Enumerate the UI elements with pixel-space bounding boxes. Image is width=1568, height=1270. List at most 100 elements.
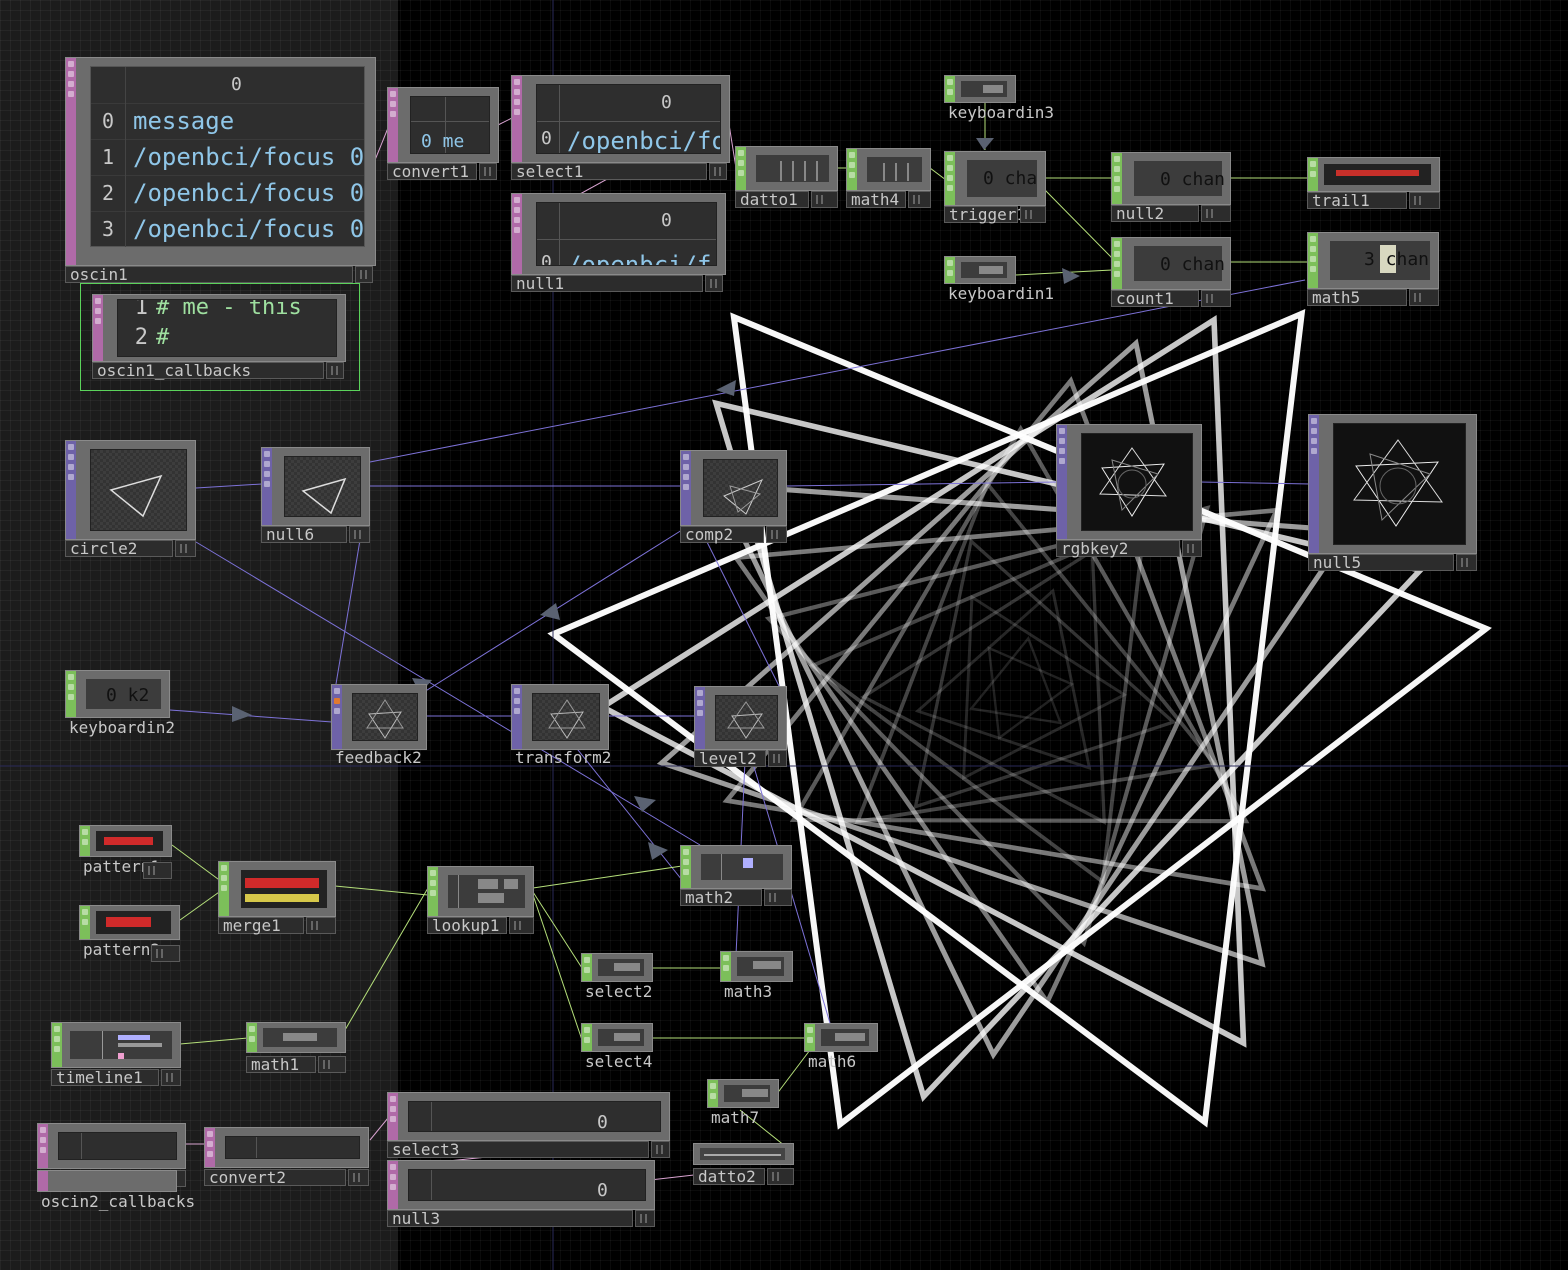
node-label[interactable]: keyboardin2 <box>65 720 175 740</box>
chop-flag-strip[interactable] <box>945 152 955 205</box>
math2-node[interactable]: math2 <box>680 845 792 906</box>
node-flags-button[interactable] <box>143 862 172 879</box>
node-label[interactable]: null2 <box>1111 205 1199 222</box>
node-label[interactable]: math3 <box>720 984 793 1004</box>
chop-flag-strip[interactable] <box>1308 158 1318 191</box>
node-label[interactable]: select3 <box>387 1141 649 1158</box>
keyboardin2-node[interactable]: 0 k2 keyboardin2 <box>65 670 175 740</box>
trail1-node[interactable]: trail1 <box>1307 157 1440 209</box>
convert2-node[interactable]: convert2 <box>204 1127 369 1186</box>
node-label[interactable]: convert2 <box>204 1169 346 1186</box>
node-label[interactable]: oscin2_callbacks <box>37 1194 195 1214</box>
chop-flag-strip[interactable] <box>66 671 76 717</box>
rgbkey2-body[interactable] <box>1056 424 1202 540</box>
node-label[interactable]: keyboardin1 <box>944 286 1054 308</box>
node-flags-button[interactable] <box>161 1069 181 1086</box>
chop-flag-strip[interactable] <box>1112 238 1122 289</box>
dat-flag-strip[interactable] <box>512 76 522 162</box>
dat-flag-strip[interactable] <box>66 58 76 265</box>
comp2-body[interactable] <box>680 450 787 526</box>
trigger1-body[interactable]: 0 cha <box>944 151 1046 206</box>
node-label[interactable]: select1 <box>511 163 707 180</box>
node-flags-button[interactable] <box>349 526 370 543</box>
convert2-body[interactable] <box>204 1127 369 1168</box>
node-label[interactable]: math7 <box>707 1110 779 1130</box>
math3-body[interactable] <box>720 951 793 982</box>
node-flags-button[interactable] <box>767 1168 794 1185</box>
node-flags-button[interactable] <box>318 1056 346 1073</box>
chop-flag-strip[interactable] <box>247 1023 257 1052</box>
node-label[interactable]: pattern2 <box>79 942 160 962</box>
keyboardin2-body[interactable]: 0 k2 <box>65 670 170 718</box>
node-flags-button[interactable] <box>1182 540 1202 557</box>
math3-node[interactable]: math3 <box>720 951 793 1004</box>
node-label[interactable]: rgbkey2 <box>1056 540 1180 557</box>
circle2-body[interactable] <box>65 440 196 540</box>
oscin1-body[interactable]: 0 0 message 1 /openbci/focus 0 2 /openbc… <box>65 57 376 266</box>
node-label[interactable]: null3 <box>387 1210 633 1227</box>
node-flags-button[interactable] <box>705 275 723 292</box>
node-flags-button[interactable] <box>1201 290 1231 307</box>
pattern1-node[interactable]: pattern1 <box>79 825 172 879</box>
node-flags-button[interactable] <box>348 1169 369 1186</box>
select2-node[interactable]: select2 <box>581 953 653 1004</box>
node-label[interactable]: pattern1 <box>79 859 160 879</box>
node-flags-button[interactable] <box>1020 206 1046 223</box>
top-flag-strip[interactable] <box>262 448 272 525</box>
level2-node[interactable]: level2 <box>694 686 787 767</box>
chop-flag-strip[interactable] <box>80 826 90 856</box>
null1-node[interactable]: 0 0 /openbci/f null1 <box>511 193 726 292</box>
comp2-node[interactable]: comp2 <box>680 450 787 543</box>
chop-flag-strip[interactable] <box>708 1080 718 1107</box>
level2-body[interactable] <box>694 686 787 750</box>
pattern1-body[interactable] <box>79 825 172 857</box>
node-label[interactable]: null1 <box>511 275 703 292</box>
rgbkey2-node[interactable]: rgbkey2 <box>1056 424 1202 557</box>
oscin2-body[interactable] <box>37 1123 186 1169</box>
null2-body[interactable]: 0 chan <box>1111 152 1231 205</box>
timeline1-node[interactable]: timeline1 <box>51 1022 181 1086</box>
node-flags-button[interactable] <box>306 917 336 934</box>
oscin1-callbacks-node[interactable]: 1 # me - this 2 # oscin1_callbacks <box>92 294 346 379</box>
node-flags-button[interactable] <box>326 362 344 379</box>
node-flags-button[interactable] <box>908 191 931 208</box>
top-flag-strip[interactable] <box>66 441 76 539</box>
node-flags-button[interactable] <box>355 266 373 283</box>
chop-flag-strip[interactable] <box>805 1024 815 1051</box>
callbacks-body[interactable] <box>37 1170 177 1192</box>
math6-body[interactable] <box>804 1023 878 1052</box>
pattern2-node[interactable]: pattern2 <box>79 905 180 962</box>
node-label[interactable]: datto1 <box>735 191 809 208</box>
top-flag-strip[interactable] <box>681 451 691 525</box>
node-label[interactable]: oscin1_callbacks <box>92 362 324 379</box>
node-flags-button[interactable] <box>709 163 727 180</box>
null3-body[interactable]: 0 <box>387 1160 655 1210</box>
datto1-body[interactable] <box>735 146 838 191</box>
node-label[interactable]: math4 <box>846 191 906 208</box>
null1-body[interactable]: 0 0 /openbci/f <box>511 193 726 275</box>
chop-flag-strip[interactable] <box>847 149 857 190</box>
trigger1-node[interactable]: 0 cha trigger1 <box>944 151 1046 223</box>
node-flags-button[interactable] <box>175 540 196 557</box>
node-label[interactable]: null6 <box>261 526 347 543</box>
chop-flag-strip[interactable] <box>736 147 746 190</box>
count1-body[interactable]: 0 chan <box>1111 237 1231 290</box>
node-label[interactable]: feedback2 <box>331 750 427 767</box>
chop-flag-strip[interactable] <box>52 1023 62 1067</box>
dat-flag-strip[interactable] <box>512 194 522 274</box>
node-label[interactable]: trigger1 <box>944 206 1026 223</box>
node-flags-button[interactable] <box>635 1210 655 1227</box>
feedback2-node[interactable]: feedback2 <box>331 684 427 767</box>
transform2-body[interactable] <box>511 684 609 750</box>
node-label[interactable]: datto2 <box>693 1168 765 1185</box>
keyboardin3-node[interactable]: keyboardin3 <box>944 75 1054 125</box>
chop-flag-strip[interactable] <box>721 952 731 981</box>
math1-body[interactable] <box>246 1022 346 1053</box>
null6-node[interactable]: null6 <box>261 447 370 543</box>
chop-flag-strip[interactable] <box>1112 153 1122 204</box>
chop-flag-strip[interactable] <box>681 846 691 888</box>
math5-body[interactable]: 3 chan <box>1307 232 1439 289</box>
math6-node[interactable]: math6 <box>804 1023 878 1074</box>
chop-flag-strip[interactable] <box>582 1024 592 1051</box>
node-flags-button[interactable] <box>509 917 534 934</box>
